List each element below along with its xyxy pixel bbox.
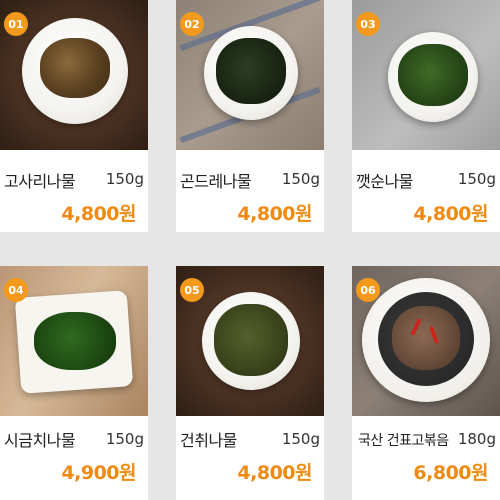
product-name[interactable]: 고사리나물 [4,168,76,192]
product-weight: 180g [457,430,496,448]
food-image [214,304,288,376]
product-card[interactable]: 05 건취나물 150g 4,800원 [176,266,324,500]
rank-badge: 02 [180,12,204,36]
product-card[interactable]: 06 국산 건표고볶음 180g 6,800원 [352,266,500,500]
product-price: 4,800원 [237,462,312,484]
product-card[interactable]: 04 시금치나물 150g 4,900원 [0,266,148,500]
product-name[interactable]: 건취나물 [180,427,237,451]
product-price: 4,800원 [61,203,136,225]
product-price: 4,900원 [61,462,136,484]
product-card[interactable]: 02 곤드레나물 150g 4,800원 [176,0,324,232]
product-name[interactable]: 곤드레나물 [180,168,252,192]
rank-badge: 01 [4,12,28,36]
food-image [34,312,116,370]
rank-badge: 04 [4,278,28,302]
rank-badge: 03 [356,12,380,36]
product-name[interactable]: 깻순나물 [356,168,413,192]
food-image [40,38,110,98]
food-image [398,44,468,106]
product-weight: 150g [105,170,144,188]
product-weight: 150g [457,170,496,188]
food-image [216,38,286,104]
product-weight: 150g [105,430,144,448]
rank-badge: 05 [180,278,204,302]
product-card[interactable]: 01 고사리나물 150g 4,800원 [0,0,148,232]
product-name[interactable]: 시금치나물 [4,427,76,451]
product-weight: 150g [281,170,320,188]
product-price: 4,800원 [237,203,312,225]
product-price: 6,800원 [413,462,488,484]
product-price: 4,800원 [413,203,488,225]
product-card[interactable]: 03 깻순나물 150g 4,800원 [352,0,500,232]
product-weight: 150g [281,430,320,448]
food-image [392,306,460,370]
rank-badge: 06 [356,278,380,302]
product-name[interactable]: 국산 건표고볶음 [358,430,449,450]
